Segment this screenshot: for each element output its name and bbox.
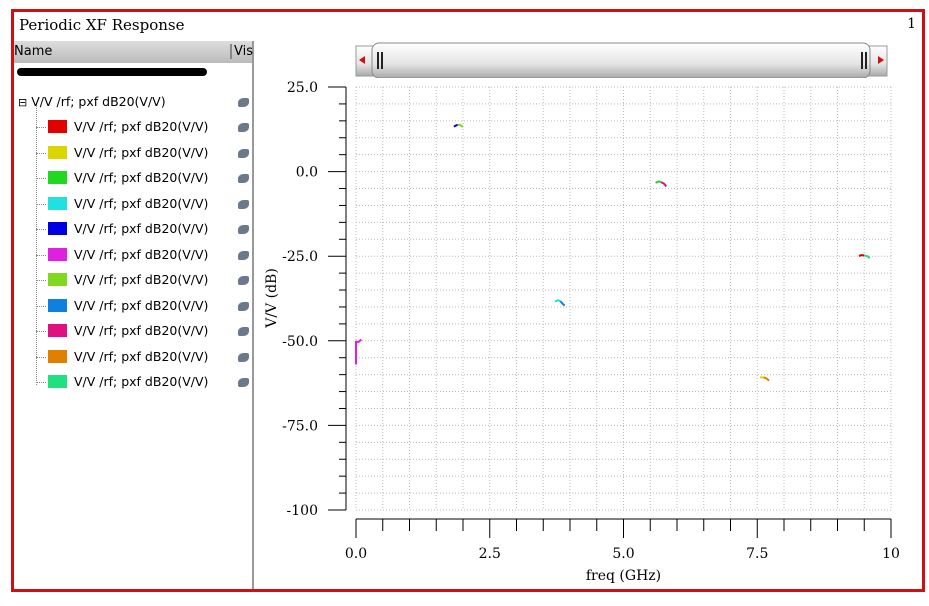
series-line — [655, 180, 662, 184]
series-line — [453, 123, 458, 128]
y-tick-label: -100 — [287, 503, 318, 519]
series-line — [457, 123, 464, 128]
y-tick-label: -75.0 — [282, 418, 318, 434]
series-line — [660, 181, 668, 188]
x-tick-label: 7.5 — [746, 546, 768, 562]
x-tick-label: 5.0 — [612, 546, 634, 562]
y-tick-label: 25.0 — [287, 80, 318, 96]
x-tick-label: 2.5 — [479, 546, 501, 562]
y-axis-label: V/V (dB) — [264, 268, 280, 329]
x-tick-label: 0.0 — [345, 546, 367, 562]
series-line — [559, 300, 566, 307]
y-tick-label: -25.0 — [282, 249, 318, 265]
y-tick-label: 0.0 — [296, 165, 318, 181]
chart: 25.0 0.0 -25.0 -50.0 -75.0 -100 0.0 2.5 5.0 7.5 10… — [264, 80, 900, 584]
series-line — [355, 338, 363, 365]
x-axis-label: freq (GHz) — [586, 568, 661, 584]
series-line — [763, 376, 770, 382]
x-tick-label: 10 — [882, 546, 900, 562]
series-line — [858, 254, 865, 257]
series-line — [554, 299, 561, 303]
y-tick-label: -50.0 — [282, 334, 318, 350]
series-line — [864, 254, 871, 259]
